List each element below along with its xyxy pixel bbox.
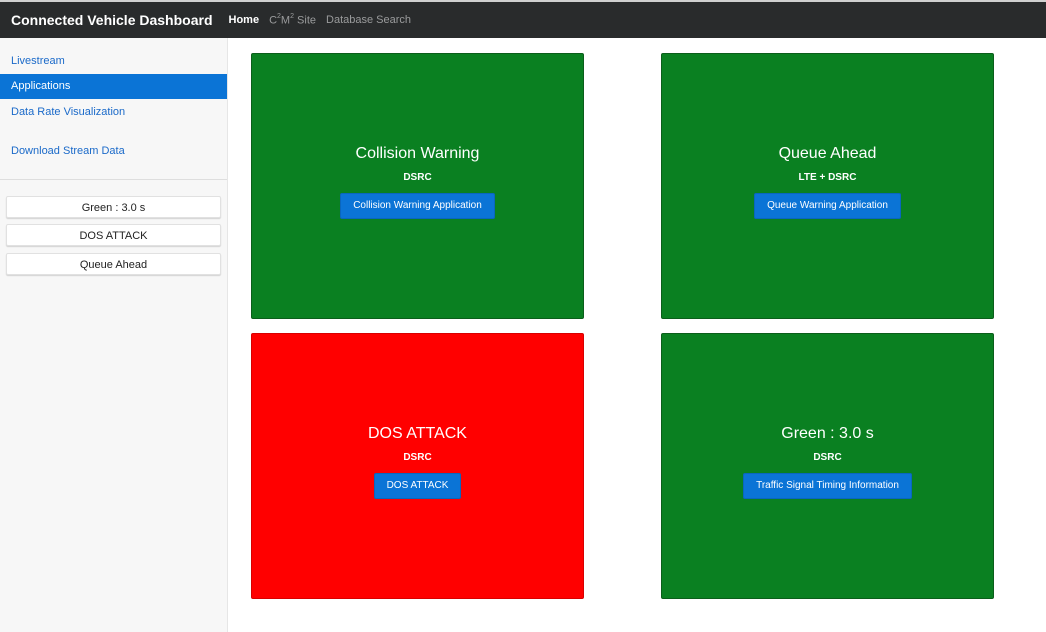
brand-title[interactable]: Connected Vehicle Dashboard [11, 12, 213, 28]
card-dos-attack: DOS ATTACK DSRC DOS ATTACK [251, 333, 584, 599]
sidebar-item-download-stream-data[interactable]: Download Stream Data [0, 139, 227, 164]
top-navbar: Connected Vehicle Dashboard Home C2M2 Si… [0, 2, 1046, 38]
card-title: Green : 3.0 s [781, 425, 874, 442]
nav-c2m2-sup1: 2 [277, 12, 281, 20]
nav-c2m2-sup2: 2 [290, 12, 294, 20]
nav-c2m2-c: C [269, 14, 278, 27]
sidebar-item-livestream[interactable]: Livestream [0, 49, 227, 74]
card-queue-ahead: Queue Ahead LTE + DSRC Queue Warning App… [661, 53, 994, 319]
status-button-green-timer[interactable]: Green : 3.0 s [6, 196, 221, 218]
sidebar-item-applications[interactable]: Applications [0, 74, 227, 99]
card-collision-warning: Collision Warning DSRC Collision Warning… [251, 53, 584, 319]
dos-attack-button[interactable]: DOS ATTACK [373, 473, 462, 499]
card-protocol: DSRC [813, 452, 842, 463]
sidebar-item-data-rate-visualization[interactable]: Data Rate Visualization [0, 100, 227, 125]
status-button-dos-attack[interactable]: DOS ATTACK [6, 224, 221, 246]
sidebar-divider [0, 179, 227, 180]
card-title: Collision Warning [355, 145, 480, 162]
card-protocol: LTE + DSRC [798, 172, 857, 183]
sidebar: Livestream Applications Data Rate Visual… [0, 38, 228, 632]
nav-c2m2-site[interactable]: C2M2 Site [269, 12, 317, 27]
card-protocol: DSRC [403, 172, 432, 183]
nav-c2m2-m: M [280, 14, 291, 27]
card-protocol: DSRC [403, 452, 432, 463]
nav-home[interactable]: Home [229, 14, 260, 26]
traffic-signal-timing-button[interactable]: Traffic Signal Timing Information [743, 473, 912, 499]
nav-database-search[interactable]: Database Search [326, 14, 411, 26]
card-traffic-signal: Green : 3.0 s DSRC Traffic Signal Timing… [661, 333, 994, 599]
card-title: DOS ATTACK [368, 425, 467, 442]
collision-warning-app-button[interactable]: Collision Warning Application [340, 193, 495, 219]
card-title: Queue Ahead [778, 145, 877, 162]
status-button-queue-ahead[interactable]: Queue Ahead [6, 253, 221, 275]
queue-warning-app-button[interactable]: Queue Warning Application [754, 193, 901, 219]
nav-c2m2-tail: Site [294, 14, 317, 27]
